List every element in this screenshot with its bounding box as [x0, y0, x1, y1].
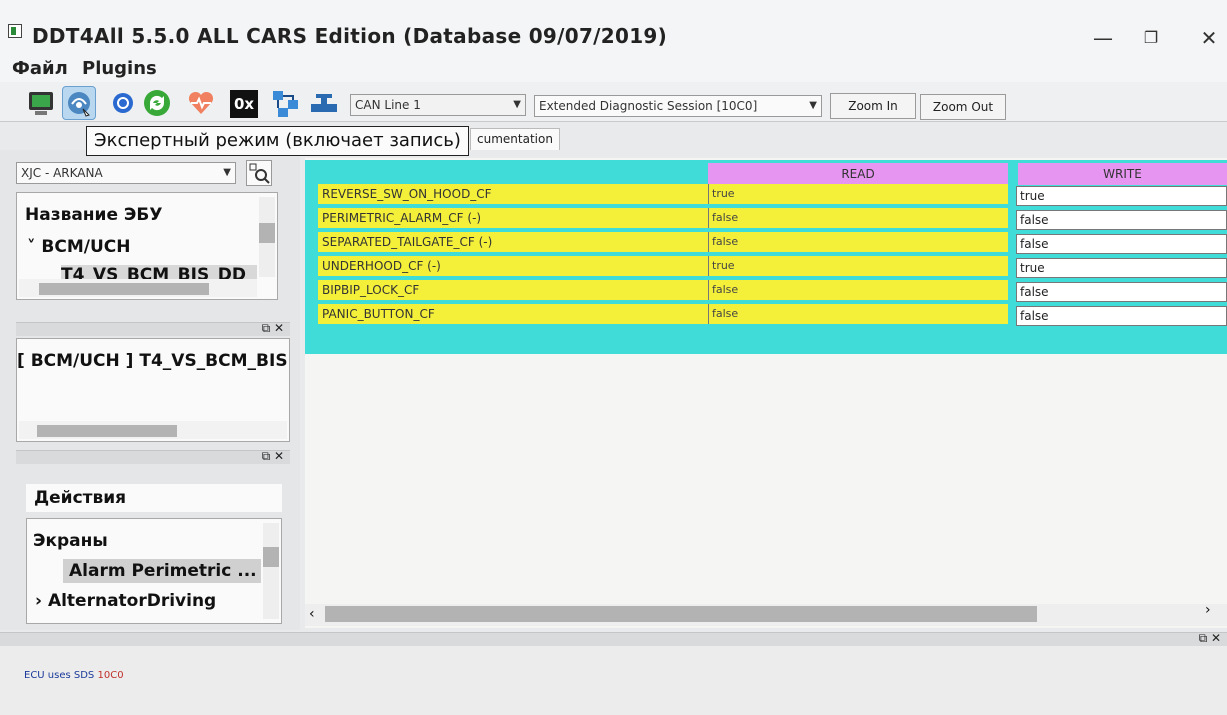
maximize-button[interactable]: ❐ — [1136, 26, 1166, 50]
screens-label: Экраны — [33, 531, 108, 551]
param-read-value: false — [708, 232, 1008, 252]
param-write-input[interactable]: true — [1016, 186, 1227, 206]
network-icon[interactable] — [270, 88, 300, 118]
heartbeat-icon[interactable] — [186, 88, 216, 118]
vehicle-select[interactable]: XJC - ARKANA ▼ — [16, 162, 236, 184]
vertical-scrollbar[interactable] — [259, 197, 275, 277]
param-label: UNDERHOOD_CF (-) — [318, 256, 708, 276]
param-write-input[interactable]: true — [1016, 258, 1227, 278]
menu-file[interactable]: Файл — [12, 58, 68, 79]
expert-mode-icon[interactable] — [62, 86, 96, 120]
screens-tree[interactable]: Экраны Alarm Perimetric ... › Alternator… — [26, 518, 282, 624]
menu-bar — [0, 56, 1227, 82]
horizontal-scrollbar[interactable] — [19, 421, 287, 439]
scan-button[interactable] — [246, 160, 272, 186]
dock-title-bar: ⧉ ✕ — [16, 449, 290, 464]
hex-icon[interactable]: 0x — [230, 90, 258, 118]
tab-documentation[interactable]: cumentation — [470, 128, 560, 150]
valve-icon[interactable] — [308, 88, 338, 118]
read-header: READ — [708, 163, 1008, 185]
chevron-left-icon[interactable]: ‹ — [309, 606, 315, 622]
dock-float-close-icon[interactable]: ⧉ ✕ — [262, 449, 284, 464]
actions-header: Действия — [26, 484, 282, 512]
ecu-label: [ BCM/UCH ] T4_VS_BCM_BIS — [17, 351, 288, 371]
write-header: WRITE — [1018, 163, 1227, 185]
param-read-value: true — [708, 256, 1008, 276]
scrollbar-thumb[interactable] — [325, 606, 1037, 622]
zoom-in-button[interactable]: Zoom In — [830, 93, 916, 119]
vertical-scrollbar[interactable] — [263, 523, 279, 619]
status-message: ECU uses SDS — [24, 670, 95, 681]
param-read-value: false — [708, 304, 1008, 324]
dock-float-close-icon[interactable]: ⧉ ✕ — [262, 321, 284, 336]
dock-title-bar: ⧉ ✕ — [16, 321, 290, 336]
session-value: Extended Diagnostic Session [10C0] — [539, 99, 758, 113]
can-line-select[interactable]: CAN Line 1 ▼ — [350, 94, 526, 116]
param-label: PANIC_BUTTON_CF — [318, 304, 708, 324]
menu-plugins[interactable]: Plugins — [82, 58, 157, 79]
horizontal-scrollbar[interactable]: ‹ › — [305, 602, 1227, 626]
chevron-down-icon: ▼ — [513, 99, 521, 110]
param-label: BIPBIP_LOCK_CF — [318, 280, 708, 300]
status-text: ECU uses SDS 10C0 — [24, 670, 124, 681]
chevron-down-icon: ▼ — [809, 100, 817, 111]
connect-icon[interactable] — [142, 88, 172, 118]
session-select[interactable]: Extended Diagnostic Session [10C0] ▼ — [534, 95, 822, 117]
param-label: PERIMETRIC_ALARM_CF (-) — [318, 208, 708, 228]
param-write-input[interactable]: false — [1016, 306, 1227, 326]
ecu-tree[interactable]: Название ЭБУ ˅ BCM/UCH T4_VS_BCM_BIS_DD — [16, 192, 278, 300]
param-write-input[interactable]: false — [1016, 282, 1227, 302]
chevron-right-icon: › — [35, 591, 48, 611]
window-title: DDT4All 5.5.0 ALL CARS Edition (Database… — [32, 24, 668, 48]
screen-item[interactable]: › AlternatorDriving — [35, 591, 216, 611]
vehicle-value: XJC - ARKANA — [21, 166, 103, 180]
horizontal-scrollbar[interactable] — [19, 279, 257, 297]
tooltip: Экспертный режим (включает запись) — [86, 126, 469, 156]
param-read-value: true — [708, 184, 1008, 204]
chevron-right-icon[interactable]: › — [1205, 602, 1211, 618]
param-read-value: false — [708, 280, 1008, 300]
screen-item-label: AlternatorDriving — [47, 591, 217, 611]
status-code: 10C0 — [97, 670, 124, 681]
ecu-tree-header: Название ЭБУ — [25, 205, 163, 225]
selected-screen[interactable]: Alarm Perimetric ... — [63, 559, 261, 583]
search-icon — [249, 163, 270, 184]
close-button[interactable]: ✕ — [1194, 26, 1224, 50]
chevron-down-icon: ▼ — [223, 167, 231, 178]
ecu-group-label: BCM/UCH — [41, 237, 131, 257]
chevron-down-icon: ˅ — [27, 237, 42, 257]
param-write-input[interactable]: false — [1016, 234, 1227, 254]
dock-float-close-icon[interactable]: ⧉ ✕ — [1199, 631, 1221, 646]
can-line-value: CAN Line 1 — [355, 98, 421, 112]
refresh-icon[interactable] — [108, 88, 138, 118]
param-write-input[interactable]: false — [1016, 210, 1227, 230]
app-icon — [8, 24, 22, 38]
log-panel — [0, 646, 1227, 715]
minimize-button[interactable]: — — [1088, 26, 1118, 50]
zoom-out-button[interactable]: Zoom Out — [920, 94, 1006, 120]
ecu-group[interactable]: ˅ BCM/UCH — [27, 237, 131, 257]
param-read-value: false — [708, 208, 1008, 228]
param-label: REVERSE_SW_ON_HOOD_CF — [318, 184, 708, 204]
param-label: SEPARATED_TAILGATE_CF (-) — [318, 232, 708, 252]
diagnostic-screen-icon[interactable] — [26, 88, 56, 118]
ecu-info-panel: [ BCM/UCH ] T4_VS_BCM_BIS — [16, 338, 290, 442]
dock-title-bar: ⧉ ✕ — [0, 631, 1227, 646]
